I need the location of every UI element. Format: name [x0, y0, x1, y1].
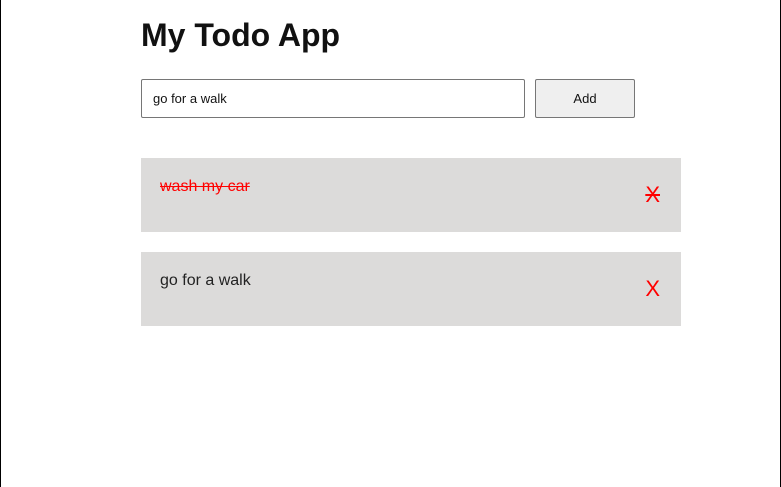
- page-title: My Todo App: [141, 17, 341, 53]
- todo-item: wash my car X: [141, 158, 681, 232]
- add-todo-form: Add: [141, 79, 681, 118]
- add-button[interactable]: Add: [535, 79, 635, 118]
- delete-icon[interactable]: X: [645, 184, 660, 206]
- todo-item: go for a walk X: [141, 252, 681, 326]
- todo-item-text[interactable]: wash my car: [160, 178, 250, 196]
- todo-input[interactable]: [141, 79, 525, 118]
- todo-list: wash my car X go for a walk X: [141, 158, 681, 346]
- delete-icon[interactable]: X: [645, 278, 660, 300]
- todo-item-text[interactable]: go for a walk: [160, 272, 251, 290]
